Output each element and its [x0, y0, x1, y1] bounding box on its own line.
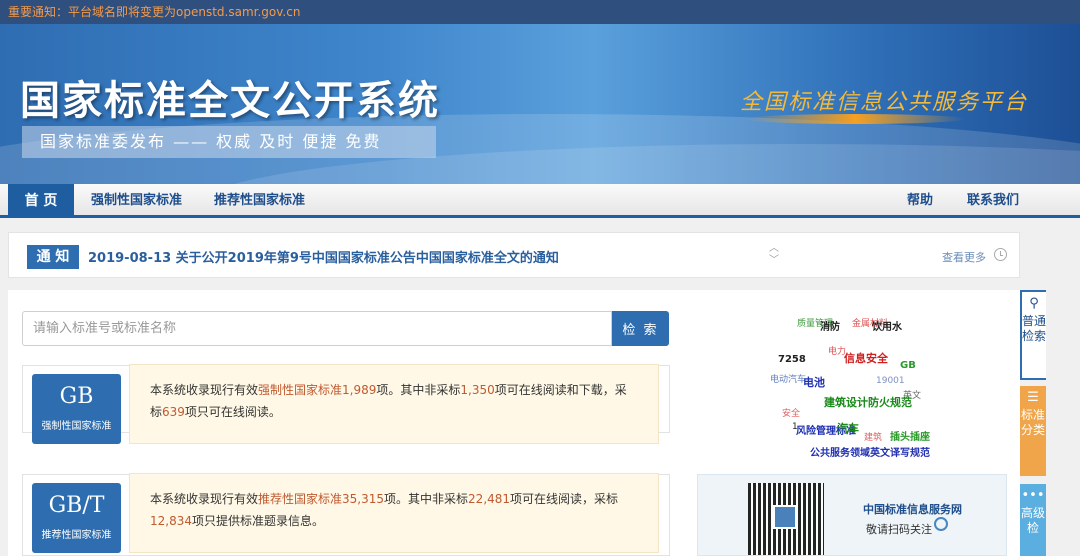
notice-bar: 通 知 2019-08-13 关于公开2019年第9号中国国家标准公告中国国家标…	[8, 232, 1020, 278]
notice-scroll-arrows-icon[interactable]: ︿ ﹀	[769, 243, 779, 267]
gb-badge-code: GB	[59, 384, 94, 409]
search-icon: ⚲	[1029, 296, 1039, 311]
gbt-badge-code: GB/T	[48, 493, 105, 518]
tag-cloud-item[interactable]: 电动汽车	[770, 372, 806, 385]
nav-help[interactable]: 帮助	[907, 184, 933, 218]
list-icon: ☰	[1027, 390, 1039, 405]
side-tab-advanced-label: 高级检	[1020, 506, 1045, 535]
qr-panel: 中国标准信息服务网 敬请扫码关注	[697, 474, 1007, 556]
main-nav: 首 页 强制性国家标准 推荐性国家标准 帮助 联系我们	[0, 184, 1080, 218]
site-slogan: 国家标准委发布 —— 权威 及时 便捷 免费	[22, 126, 436, 158]
tag-cloud-item[interactable]: 信息安全	[844, 350, 888, 366]
gb-badge[interactable]: GB 强制性国家标准	[32, 374, 121, 444]
gb-badge-label: 强制性国家标准	[41, 421, 112, 432]
top-notice: 重要通知：平台域名即将变更为openstd.samr.gov.cn	[0, 0, 1080, 24]
qr-code-icon	[748, 483, 824, 555]
side-tab-advanced[interactable]: ••• 高级检	[1020, 484, 1046, 556]
gb-link[interactable]: 强制性国家标准	[258, 383, 342, 397]
tag-cloud-item[interactable]: 饮用水	[872, 318, 902, 333]
tag-cloud-item[interactable]: 汽车	[837, 420, 859, 436]
header-banner: 国家标准全文公开系统 国家标准委发布 —— 权威 及时 便捷 免费 全国标准信息…	[0, 24, 1080, 184]
gbt-badge[interactable]: GB/T 推荐性国家标准	[32, 483, 121, 553]
notice-tag: 通 知	[27, 245, 79, 269]
tag-cloud-item[interactable]: 7258	[778, 354, 806, 365]
notice-headline[interactable]: 2019-08-13 关于公开2019年第9号中国国家标准公告中国国家标准全文的…	[88, 247, 559, 266]
tag-cloud-item[interactable]: 19001	[876, 376, 905, 386]
gb-card: GB 强制性国家标准 本系统收录现行有效强制性国家标准1,989项。其中非采标1…	[22, 364, 670, 444]
more-icon: •••	[1021, 488, 1045, 503]
platform-swoosh	[745, 114, 965, 124]
site-title: 国家标准全文公开系统	[20, 77, 440, 124]
tag-cloud-item[interactable]: 公共服务领域英文译写规范	[810, 444, 930, 459]
side-tab-category-label: 标准分类	[1020, 408, 1045, 437]
tag-cloud-item[interactable]: 电池	[803, 374, 825, 390]
side-tab-basic-search[interactable]: ⚲ 普通检索	[1020, 290, 1046, 380]
gbt-card: GB/T 推荐性国家标准 本系统收录现行有效推荐性国家标准35,315项。其中非…	[22, 473, 670, 556]
tag-cloud-item[interactable]: 安全	[782, 406, 800, 419]
tag-cloud-item[interactable]: 建筑	[864, 430, 882, 443]
search-input[interactable]	[22, 311, 612, 346]
nav-home[interactable]: 首 页	[8, 184, 74, 218]
gbt-badge-label: 推荐性国家标准	[41, 530, 112, 541]
qr-subtitle: 敬请扫码关注	[866, 523, 932, 536]
tag-cloud-item[interactable]: 消防	[820, 318, 840, 333]
nav-mandatory-standards[interactable]: 强制性国家标准	[91, 184, 182, 218]
nav-contact[interactable]: 联系我们	[967, 184, 1019, 218]
clock-icon	[994, 248, 1007, 261]
magnifier-icon	[934, 517, 948, 531]
notice-more-link[interactable]: 查看更多	[942, 249, 986, 265]
tag-cloud-item[interactable]: 建筑设计防火规范	[824, 394, 912, 410]
tag-cloud-item[interactable]: 插头插座	[890, 428, 930, 443]
gbt-link[interactable]: 推荐性国家标准	[258, 492, 342, 506]
search-button[interactable]: 检 索	[612, 311, 669, 346]
gbt-description: 本系统收录现行有效推荐性国家标准35,315项。其中非采标22,481项可在线阅…	[129, 473, 659, 553]
nav-recommended-standards[interactable]: 推荐性国家标准	[214, 184, 305, 218]
side-tab-basic-search-label: 普通检索	[1022, 314, 1047, 343]
gb-description: 本系统收录现行有效强制性国家标准1,989项。其中非采标1,350项可在线阅读和…	[129, 364, 659, 444]
qr-title: 中国标准信息服务网	[863, 503, 962, 516]
platform-logo-text: 全国标准信息公共服务平台	[740, 90, 1029, 115]
tag-cloud-item[interactable]: GB	[900, 360, 916, 371]
side-tab-category[interactable]: ☰ 标准分类	[1020, 386, 1046, 476]
tag-cloud: 质量管理 消防 金属材料 饮用水 电力 7258 信息安全 GB 电动汽车 电池 19001 英文 建筑…	[760, 310, 960, 460]
